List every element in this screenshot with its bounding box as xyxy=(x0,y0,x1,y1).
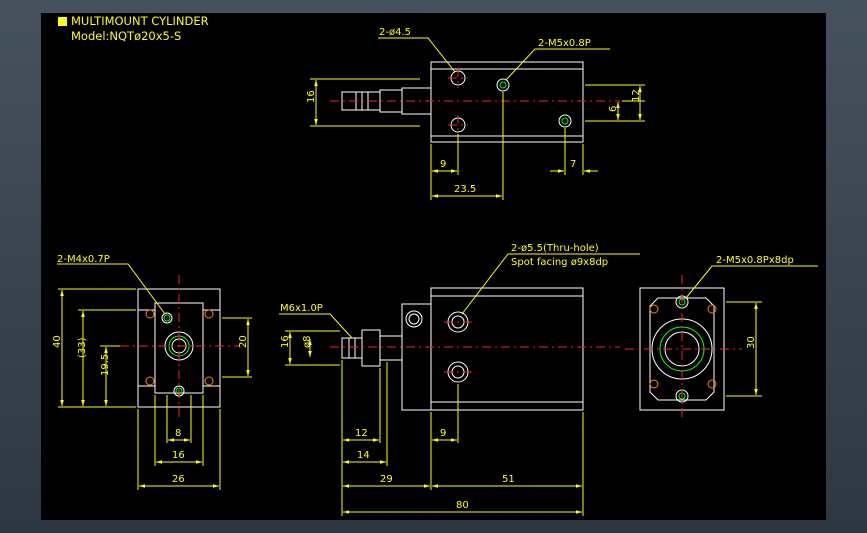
left-dim-26: 26 xyxy=(172,474,185,485)
top-ports-leader xyxy=(505,48,610,81)
front-port-boss xyxy=(405,310,423,328)
left-dim-8: 8 xyxy=(175,428,181,439)
front-rod-nut xyxy=(379,335,403,361)
model-label: Model:NQTø20x5-S xyxy=(71,29,182,43)
top-dim-6: 6 xyxy=(608,106,619,112)
top-port-a-thread xyxy=(499,81,507,89)
front-rod-end xyxy=(341,337,363,359)
top-dim-23-5: 23.5 xyxy=(454,184,476,195)
top-view: 2-ø4.5 2-M5x0.8P 16 12 6 9 7 23.5 xyxy=(306,27,645,200)
left-hidden-hole xyxy=(204,376,214,386)
front-port-inner xyxy=(408,313,420,325)
top-holes-callout: 2-ø4.5 xyxy=(379,27,411,38)
left-hidden-hole xyxy=(204,309,214,319)
right-hidden-hole xyxy=(649,304,659,314)
layer-color-swatch xyxy=(58,17,67,26)
top-port-b-thread xyxy=(561,117,569,125)
right-dim-30: 30 xyxy=(746,336,757,349)
top-dim-9: 9 xyxy=(440,159,446,170)
front-dim-51: 51 xyxy=(502,474,515,485)
right-tap-callout: 2-M5x0.8Px8dp xyxy=(716,255,794,266)
right-hidden-hole xyxy=(707,304,717,314)
front-body-outline xyxy=(430,287,584,411)
title-block: MULTIMOUNT CYLINDER Model:NQTø20x5-S xyxy=(58,14,209,44)
right-tap-leader xyxy=(685,265,818,299)
front-dim-80: 80 xyxy=(456,500,469,511)
left-hidden-hole xyxy=(145,376,155,386)
top-port-a xyxy=(496,78,510,92)
top-port-b xyxy=(558,114,572,128)
left-hidden-hole xyxy=(145,309,155,319)
top-dim-12: 12 xyxy=(631,89,642,102)
top-dim-16: 16 xyxy=(306,90,317,103)
right-hidden-hole xyxy=(707,379,717,389)
left-dim-33: (33) xyxy=(77,337,88,358)
front-dim-9: 9 xyxy=(440,428,446,439)
drawing-title: MULTIMOUNT CYLINDER xyxy=(71,14,209,28)
front-dim-16: 16 xyxy=(280,335,291,348)
left-dim-20: 20 xyxy=(238,335,249,348)
front-dim-rod: ø8 xyxy=(302,336,313,348)
left-tap-callout: 2-M4x0.7P xyxy=(57,254,110,265)
left-tap-a-thread xyxy=(163,314,171,322)
front-dim-12: 12 xyxy=(355,428,368,439)
top-dim-7: 7 xyxy=(570,159,576,170)
front-spot-facing-callout: Spot facing ø9x8dp xyxy=(511,257,608,268)
top-holes-leader xyxy=(378,37,456,73)
left-view: 2-M4x0.7P 40 (33) 19.5 20 8 16 26 xyxy=(52,254,252,490)
left-dim-16: 16 xyxy=(172,450,185,461)
front-rod-nut-2 xyxy=(361,329,381,367)
front-dim-29: 29 xyxy=(380,474,393,485)
front-dim-14: 14 xyxy=(357,450,370,461)
top-ports-callout: 2-M5x0.8P xyxy=(538,38,591,49)
front-thread-callout: M6x1.0P xyxy=(280,303,323,314)
right-hidden-hole xyxy=(649,379,659,389)
right-view: 2-M5x0.8Px8dp 30 xyxy=(625,255,818,420)
left-dim-19-5: 19.5 xyxy=(100,354,111,376)
front-view: M6x1.0P 2-ø5.5(Thru-hole) Spot facing ø9… xyxy=(279,243,640,516)
front-thru-hole-callout: 2-ø5.5(Thru-hole) xyxy=(511,243,599,254)
cad-drawing: 2-ø4.5 2-M5x0.8P 16 12 6 9 7 23.5 2-M4x0… xyxy=(52,27,818,516)
left-dim-40: 40 xyxy=(52,335,63,348)
